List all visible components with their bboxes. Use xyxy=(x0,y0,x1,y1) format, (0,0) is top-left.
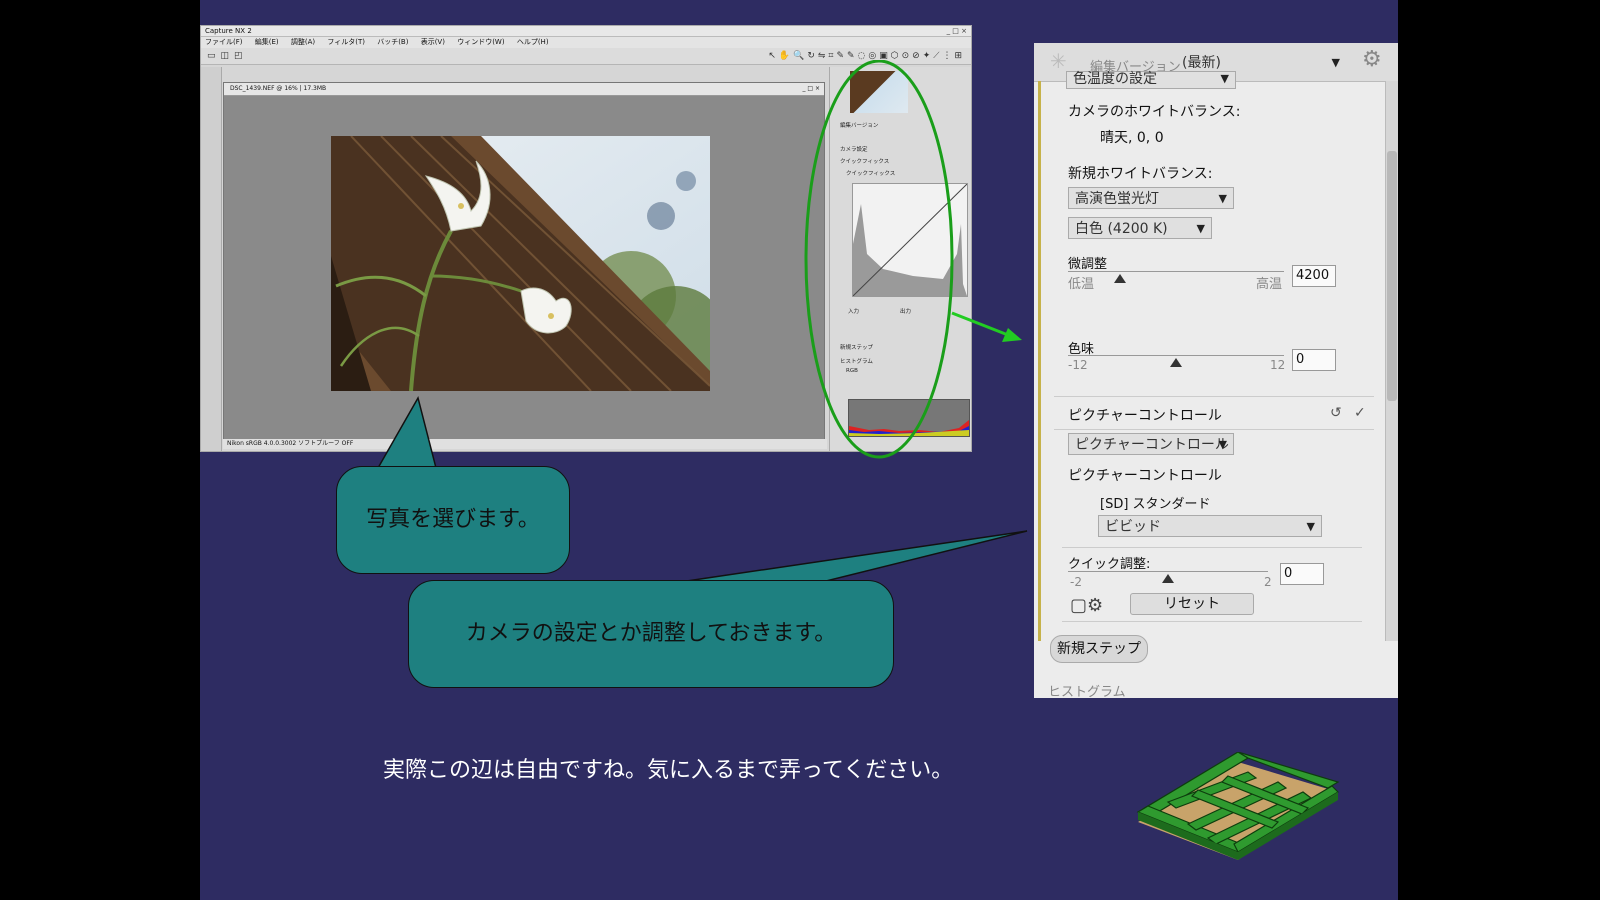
separator xyxy=(1062,621,1362,622)
new-wb-label: 新規ホワイトバランス: xyxy=(1068,166,1213,182)
picture-control-select[interactable]: ビビッド ▼ xyxy=(1098,515,1322,537)
picture-control-select-value: ビビッド xyxy=(1105,519,1161,535)
edit-version-value: (最新) xyxy=(1182,55,1221,71)
tint-input[interactable]: 0 xyxy=(1292,349,1336,371)
gear-icon[interactable]: ⚙ xyxy=(1362,47,1382,72)
status-text: Nikon sRGB 4.0.0.3002 ソフトプルーフ OFF xyxy=(227,440,354,447)
window-controls[interactable]: _ □ × xyxy=(947,26,967,36)
camera-wb-label: カメラのホワイトバランス: xyxy=(1068,104,1241,120)
picture-control-header: ピクチャーコントロール xyxy=(1068,408,1222,424)
tint-value: 0 xyxy=(1296,352,1305,367)
white-type-dropdown[interactable]: 白色 (4200 K) ▼ xyxy=(1068,217,1212,239)
sparkle-icon: ✳ xyxy=(1050,49,1067,73)
quick-adjust-input[interactable]: 0 xyxy=(1280,563,1324,585)
callout-select-photo: 写真を選びます。 xyxy=(336,466,570,574)
highlight-ellipse xyxy=(804,60,954,459)
color-temp-value: 色温度の設定 xyxy=(1073,71,1157,87)
high-temp-label: 高温 xyxy=(1256,277,1283,292)
new-wb-dropdown[interactable]: 高演色蛍光灯 ▼ xyxy=(1068,187,1234,209)
quick-adjust-label: クイック調整: xyxy=(1068,557,1151,572)
slide-caption: 実際この辺は自由ですね。気に入るまで弄ってください。 xyxy=(383,758,954,783)
scrollbar-thumb[interactable] xyxy=(1387,151,1397,401)
separator xyxy=(1062,547,1362,548)
menu-file[interactable]: ファイル(F) xyxy=(205,38,243,46)
document-titlebar: DSC_1439.NEF @ 16% | 17.3MB _ □ × xyxy=(224,83,824,96)
separator xyxy=(1054,429,1374,430)
quick-adjust-track[interactable] xyxy=(1068,571,1268,572)
status-bar: Nikon sRGB 4.0.0.3002 ソフトプルーフ OFF xyxy=(223,439,827,449)
menu-help[interactable]: ヘルプ(H) xyxy=(517,38,549,46)
tint-min-label: -12 xyxy=(1068,358,1088,372)
fine-tune-label: 微調整 xyxy=(1068,257,1108,272)
browser-tools-icon[interactable]: ▭◫◰ xyxy=(207,51,248,61)
slide: Capture NX 2 _ □ × ファイル(F) 編集(E) 調整(A) フ… xyxy=(200,0,1398,900)
chevron-down-icon: ▼ xyxy=(1220,72,1229,85)
picture-control-label: ピクチャーコントロール xyxy=(1068,468,1222,484)
arrow-head-icon xyxy=(1002,328,1022,342)
low-temp-label: 低温 xyxy=(1068,277,1095,292)
settings-menu-icon[interactable]: ▢⚙ xyxy=(1070,595,1103,616)
highlight-overlay xyxy=(804,60,1022,459)
menu-view[interactable]: 表示(V) xyxy=(421,38,445,46)
chevron-down-icon: ▼ xyxy=(1196,222,1205,235)
zoomed-camera-settings-panel: ✳ 編集バージョン (最新) ▼ ⚙ 色温度の設定 ▼ カメラのホワイトバランス… xyxy=(1034,43,1398,698)
reset-button[interactable]: リセット xyxy=(1130,593,1254,615)
histogram-section-label: ヒストグラム xyxy=(1048,685,1126,698)
checkmark-icon[interactable]: ✓ xyxy=(1354,405,1366,421)
reset-button-label: リセット xyxy=(1164,596,1220,612)
new-step-button-label: 新規ステップ xyxy=(1057,641,1141,657)
chevron-down-icon: ▼ xyxy=(1306,520,1315,533)
fine-tune-input[interactable]: 4200 xyxy=(1292,265,1336,287)
tint-slider-knob[interactable] xyxy=(1170,358,1182,367)
picture-control-dropdown[interactable]: ピクチャーコントロール ▼ xyxy=(1068,433,1234,455)
arrow-line xyxy=(951,311,1009,337)
menu-edit[interactable]: 編集(E) xyxy=(255,38,279,46)
chevron-down-icon: ▼ xyxy=(1218,192,1227,205)
quick-adjust-min: -2 xyxy=(1070,575,1082,589)
menu-bar: ファイル(F) 編集(E) 調整(A) フィルタ(T) バッチ(B) 表示(V)… xyxy=(201,37,971,48)
fine-tune-slider-knob[interactable] xyxy=(1113,274,1126,283)
menu-adjust[interactable]: 調整(A) xyxy=(291,38,315,46)
left-side-strip[interactable] xyxy=(201,67,222,451)
picture-control-current: [SD] スタンダード xyxy=(1100,497,1211,512)
new-step-button[interactable]: 新規ステップ xyxy=(1050,635,1148,663)
tint-max-label: 12 xyxy=(1270,358,1286,372)
new-wb-value: 高演色蛍光灯 xyxy=(1075,191,1159,207)
separator xyxy=(1054,396,1374,397)
picture-control-dropdown-value: ピクチャーコントロール xyxy=(1075,437,1229,453)
app-title: Capture NX 2 xyxy=(205,27,252,35)
quick-adjust-value: 0 xyxy=(1284,566,1293,581)
menu-batch[interactable]: バッチ(B) xyxy=(377,38,408,46)
undo-icon[interactable]: ↺ xyxy=(1330,405,1342,421)
white-type-value: 白色 (4200 K) xyxy=(1075,221,1168,237)
quick-adjust-max: 2 xyxy=(1264,575,1272,589)
color-temp-dropdown[interactable]: 色温度の設定 ▼ xyxy=(1066,71,1236,89)
callout-select-photo-text: 写真を選びます。 xyxy=(366,507,540,532)
maze-logo xyxy=(1136,752,1340,860)
tint-track[interactable] xyxy=(1068,355,1284,356)
accent-bar xyxy=(1038,81,1041,641)
callout-adjust-camera: カメラの設定とか調整しておきます。 xyxy=(408,580,894,688)
panel-scrollbar[interactable] xyxy=(1385,81,1398,641)
menu-window[interactable]: ウィンドウ(W) xyxy=(457,38,504,46)
app-titlebar: Capture NX 2 _ □ × xyxy=(201,26,971,37)
camera-wb-value: 晴天, 0, 0 xyxy=(1100,130,1164,146)
chevron-down-icon: ▼ xyxy=(1218,438,1227,451)
menu-filter[interactable]: フィルタ(T) xyxy=(327,38,365,46)
quick-adjust-slider-knob[interactable] xyxy=(1162,574,1174,583)
lily-photo[interactable] xyxy=(331,136,710,391)
fine-tune-value: 4200 xyxy=(1296,268,1330,283)
chevron-down-icon: ▼ xyxy=(1331,56,1340,69)
document-title: DSC_1439.NEF @ 16% | 17.3MB xyxy=(230,85,327,92)
fine-tune-track[interactable] xyxy=(1068,271,1284,272)
callout-adjust-camera-text: カメラの設定とか調整しておきます。 xyxy=(465,621,837,646)
